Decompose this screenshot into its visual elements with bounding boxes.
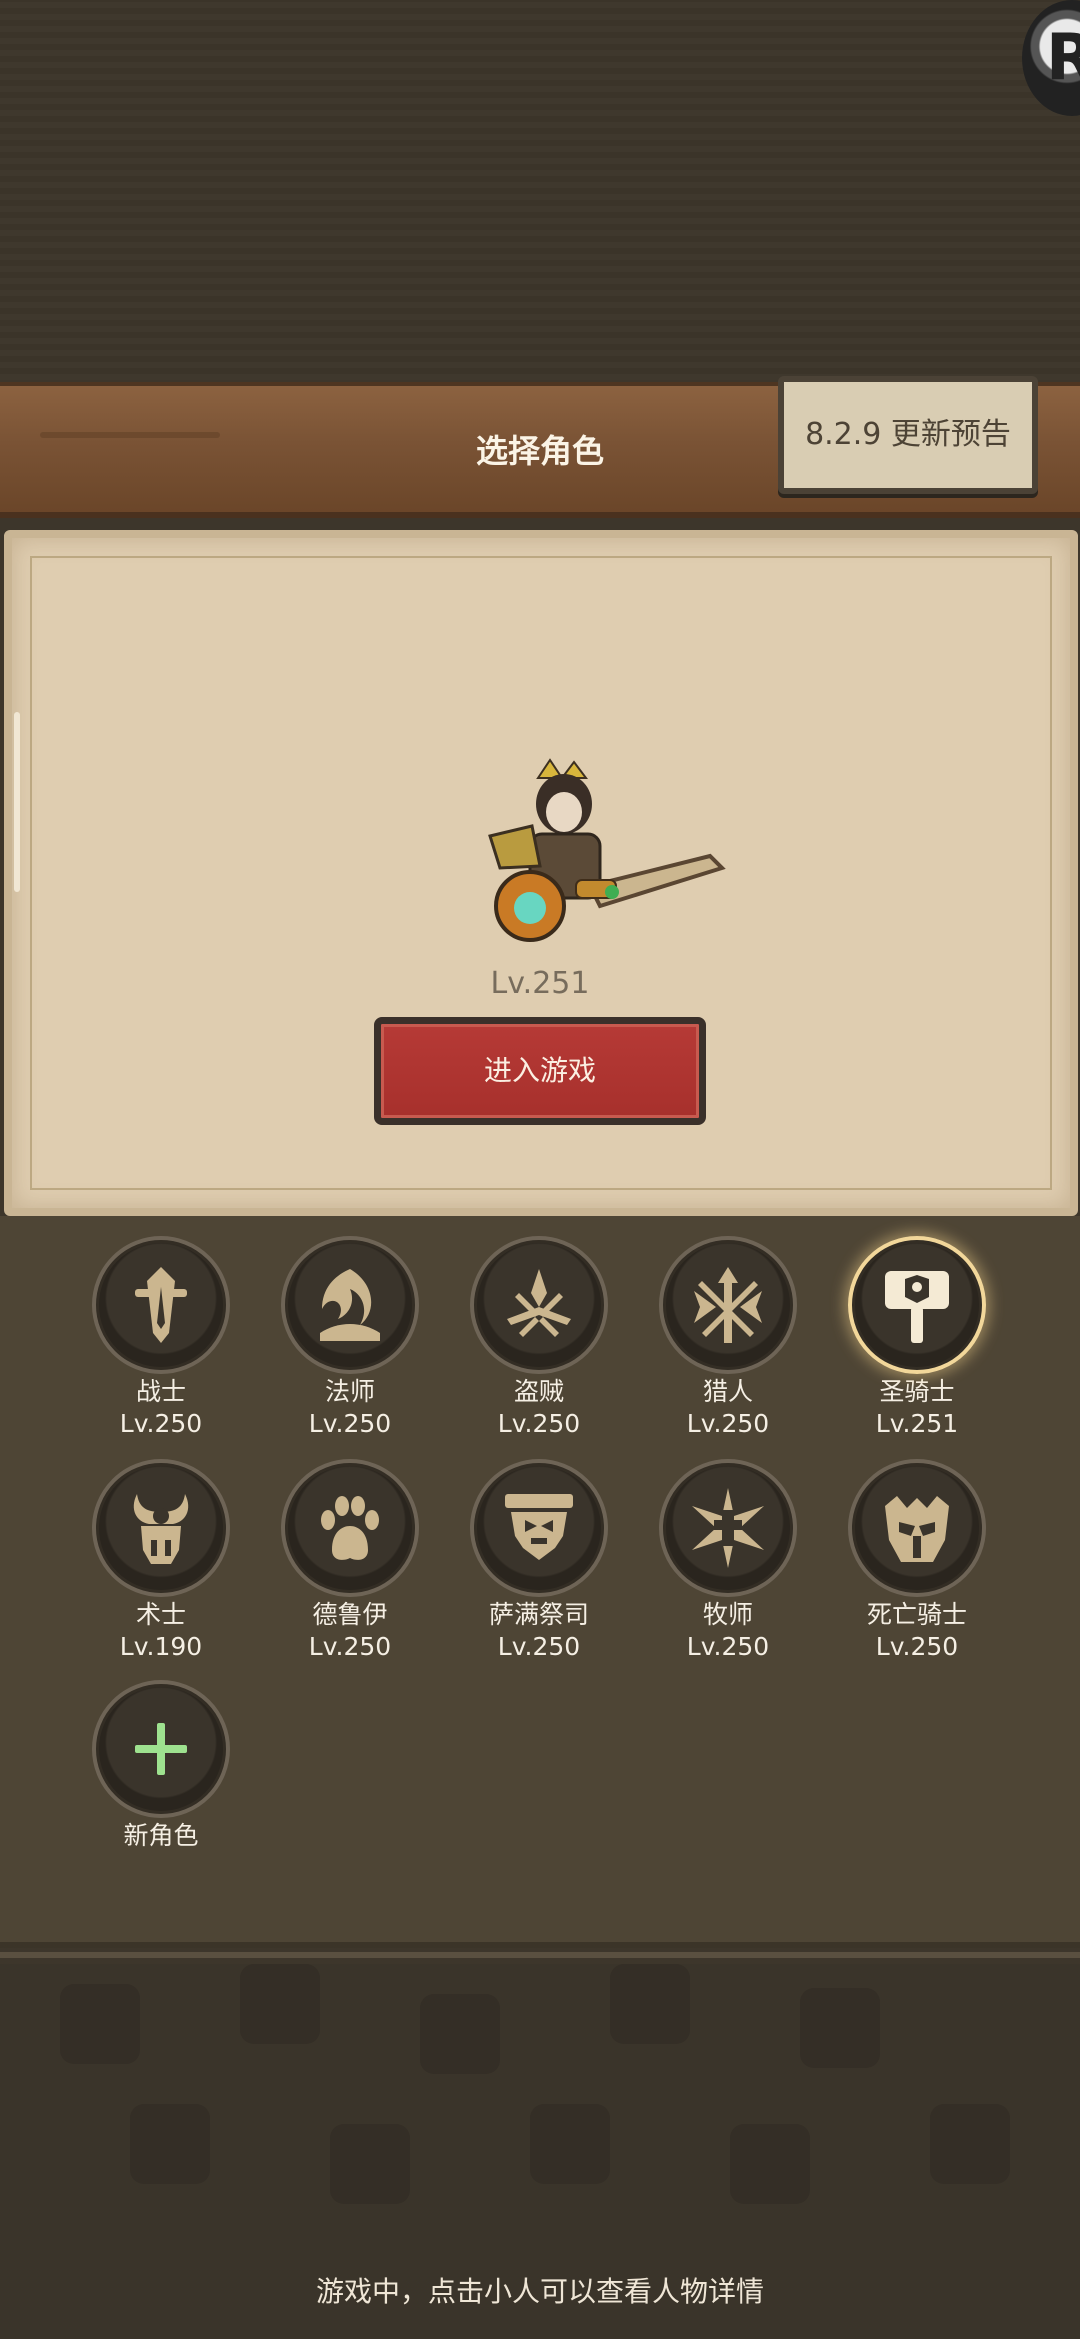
character-level: Lv.251 [875, 1409, 959, 1438]
character-name: 死亡骑士 [866, 1600, 967, 1629]
character-name: 盗贼 [513, 1377, 564, 1406]
character-name: 圣骑士 [879, 1377, 955, 1406]
character-slot-warlock[interactable]: 术士 Lv.190 [66, 1459, 256, 1663]
enter-game-button[interactable]: 进入游戏 [374, 1017, 706, 1125]
hunter-icon[interactable] [659, 1236, 797, 1374]
character-level: Lv.250 [497, 1409, 581, 1438]
background-pattern-icon [420, 1994, 500, 2074]
priest-icon[interactable] [659, 1459, 797, 1597]
rogue-icon[interactable] [470, 1236, 608, 1374]
death-knight-icon[interactable] [848, 1459, 986, 1597]
gameplay-tip: 游戏中，点击小人可以查看人物详情 [315, 2275, 764, 2308]
character-level: Lv.190 [119, 1632, 203, 1661]
hero-level: Lv.251 [490, 966, 590, 1001]
character-level: Lv.250 [497, 1632, 581, 1661]
druid-icon[interactable] [281, 1459, 419, 1597]
shaman-icon[interactable] [470, 1459, 608, 1597]
character-slot-priest[interactable]: 牧师 Lv.250 [633, 1459, 823, 1663]
warrior-icon[interactable] [92, 1236, 230, 1374]
character-slot-warrior[interactable]: 战士 Lv.250 [66, 1236, 256, 1440]
character-slot-druid[interactable]: 德鲁伊 Lv.250 [255, 1459, 445, 1663]
new-character-slot[interactable]: 新角色 [66, 1680, 256, 1852]
background-pattern-icon [730, 2124, 810, 2204]
character-name: 术士 [135, 1600, 186, 1629]
new-character-label: 新角色 [123, 1821, 199, 1850]
background-pattern-icon [330, 2124, 410, 2204]
scroll-indicator [14, 712, 20, 892]
character-level: Lv.250 [686, 1632, 770, 1661]
background-pattern-icon [240, 1964, 320, 2044]
character-level: Lv.250 [308, 1632, 392, 1661]
character-slot-death-knight[interactable]: 死亡骑士 Lv.250 [822, 1459, 1012, 1663]
background-pattern-icon [60, 1984, 140, 2064]
top-background [0, 0, 1080, 380]
character-level: Lv.250 [686, 1409, 770, 1438]
character-name: 德鲁伊 [312, 1600, 388, 1629]
paladin-icon[interactable] [848, 1236, 986, 1374]
version-notice-button[interactable]: 8.2.9 更新预告 [778, 376, 1038, 494]
character-slot-paladin[interactable]: 圣骑士 Lv.251 [822, 1236, 1012, 1440]
character-level: Lv.250 [119, 1409, 203, 1438]
hero-sprite[interactable] [460, 756, 730, 966]
mage-icon[interactable] [281, 1236, 419, 1374]
character-name: 萨满祭司 [488, 1600, 589, 1629]
warlock-icon[interactable] [92, 1459, 230, 1597]
character-level: Lv.250 [308, 1409, 392, 1438]
character-slot-mage[interactable]: 法师 Lv.250 [255, 1236, 445, 1440]
character-slot-rogue[interactable]: 盗贼 Lv.250 [444, 1236, 634, 1440]
character-slot-hunter[interactable]: 猎人 Lv.250 [633, 1236, 823, 1440]
background-pattern-icon [610, 1964, 690, 2044]
plus-icon[interactable] [92, 1680, 230, 1818]
background-pattern-icon [130, 2104, 210, 2184]
background-pattern-icon [800, 1988, 880, 2068]
character-slot-shaman[interactable]: 萨满祭司 Lv.250 [444, 1459, 634, 1663]
background-pattern-icon [930, 2104, 1010, 2184]
character-name: 猎人 [702, 1377, 753, 1406]
character-name: 战士 [135, 1377, 186, 1406]
character-level: Lv.250 [875, 1632, 959, 1661]
character-name: 法师 [324, 1377, 375, 1406]
character-name: 牧师 [702, 1600, 753, 1629]
gauntlet-icon [494, 870, 566, 942]
background-pattern-icon [530, 2104, 610, 2184]
